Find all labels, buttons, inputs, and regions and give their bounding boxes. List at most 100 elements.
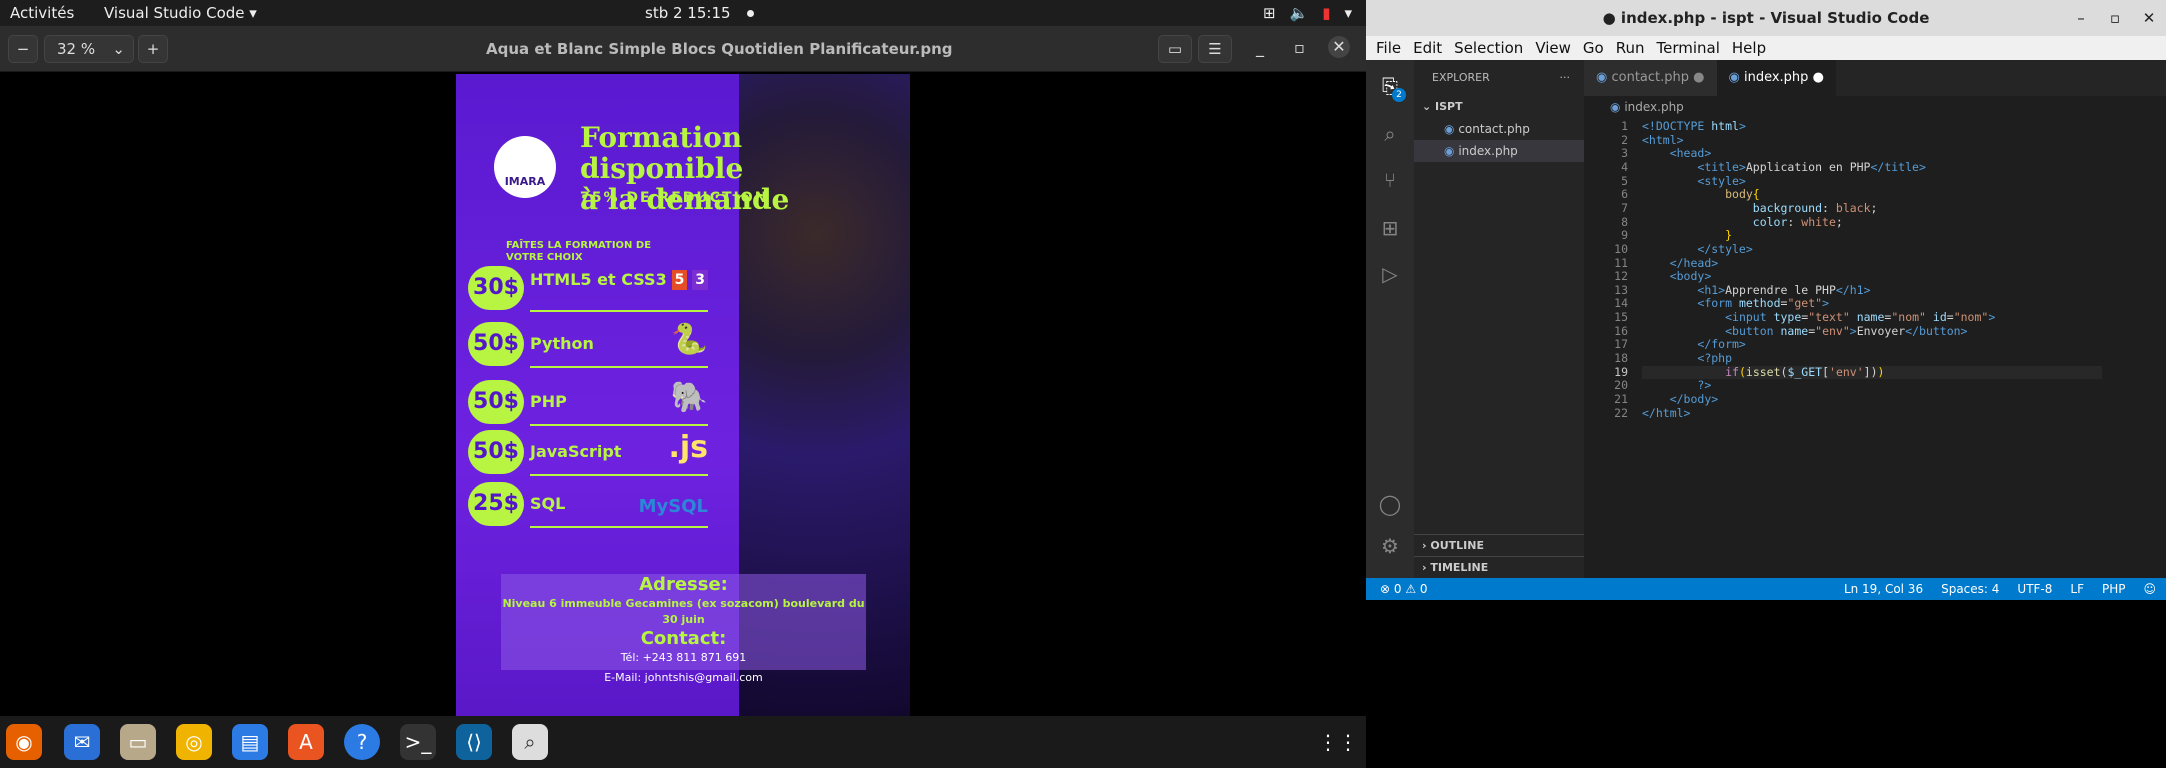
zoom-out-button[interactable]: − (8, 35, 38, 63)
thunderbird-icon[interactable]: ✉ (64, 724, 100, 760)
system-menu-chevron-icon[interactable]: ▾ (1344, 0, 1352, 26)
code-line[interactable]: ?> (1642, 379, 1711, 393)
badge: 2 (1392, 88, 1406, 102)
restore-button[interactable]: ▫ (2098, 0, 2132, 36)
show-applications-icon[interactable]: ⋮⋮⋮ (1318, 724, 1378, 760)
source-control-icon[interactable]: ⑂ (1378, 168, 1402, 192)
network-icon[interactable]: ⊞ (1263, 0, 1276, 26)
file-index-php[interactable]: ◉ index.php (1414, 140, 1584, 162)
code-line[interactable]: <title>Application en PHP</title> (1642, 160, 1925, 175)
zoom-level-select[interactable]: 32 % ⌄ (44, 35, 134, 63)
firefox-icon[interactable]: ◉ (6, 724, 42, 760)
activities-button[interactable]: Activités (10, 0, 74, 26)
code-line[interactable]: <h1>Apprendre le PHP</h1> (1642, 283, 1870, 298)
code-line[interactable]: </html> (1642, 406, 1690, 421)
system-tray[interactable]: ⊞ 🔈 ▮ ▾ (1263, 0, 1352, 26)
status-bar: ⊗ 0 ⚠ 0 Ln 19, Col 36 Spaces: 4 UTF-8 LF… (1366, 578, 2166, 600)
desktop-background (1366, 716, 2166, 768)
menu-selection[interactable]: Selection (1448, 36, 1529, 60)
writer-icon[interactable]: ▤ (232, 724, 268, 760)
line-number: 6 (1621, 187, 1628, 202)
tab-index-php[interactable]: ◉ index.php ● (1716, 60, 1836, 96)
line-number: 15 (1614, 310, 1628, 325)
encoding[interactable]: UTF-8 (2017, 578, 2052, 600)
indentation[interactable]: Spaces: 4 (1941, 578, 1999, 600)
minimize-button[interactable]: – (2064, 0, 2098, 36)
clock[interactable]: stb 2 15:15 (645, 0, 754, 26)
code-line[interactable]: </style> (1642, 242, 1752, 257)
editor-tabs: ◉ contact.php ● ◉ index.php ● (1584, 60, 2166, 96)
explorer-icon[interactable]: ⎘ 2 (1378, 74, 1406, 102)
code-line[interactable]: } (1642, 228, 1732, 243)
code-line[interactable]: </body> (1642, 392, 1718, 407)
code-line[interactable]: body{ (1642, 187, 1760, 202)
app-menu[interactable]: Visual Studio Code ▾ (104, 0, 257, 26)
close-button[interactable]: ✕ (2132, 0, 2166, 36)
account-icon[interactable]: ◯ (1378, 492, 1402, 516)
menu-run[interactable]: Run (1610, 36, 1651, 60)
code-line[interactable]: <body> (1642, 269, 1712, 284)
menu-button[interactable]: ☰ (1198, 35, 1232, 63)
code-line[interactable]: <html> (1642, 133, 1684, 148)
menu-go[interactable]: Go (1577, 36, 1610, 60)
menu-file[interactable]: File (1370, 36, 1407, 60)
files-icon[interactable]: ▭ (120, 724, 156, 760)
rhythmbox-icon[interactable]: ◎ (176, 724, 212, 760)
terminal-icon[interactable]: >_ (400, 724, 436, 760)
timeline-section[interactable]: › TIMELINE (1414, 556, 1584, 578)
close-button[interactable]: ✕ (1328, 36, 1350, 58)
minimize-button[interactable]: _ (1256, 38, 1264, 57)
line-number: 2 (1621, 132, 1628, 147)
line-number: 13 (1614, 282, 1628, 297)
code-line[interactable]: color: white; (1642, 215, 1843, 230)
image-viewer-icon[interactable]: ⌕ (512, 724, 548, 760)
code-line[interactable]: if(isset($_GET['env'])) (1642, 365, 2102, 380)
breadcrumb[interactable]: ◉ index.php (1584, 96, 2166, 118)
volume-icon[interactable]: 🔈 (1290, 0, 1309, 26)
settings-gear-icon[interactable]: ⚙ (1378, 534, 1402, 558)
code-line[interactable]: <form method="get"> (1642, 297, 1829, 311)
code-line[interactable]: <head> (1642, 146, 1712, 161)
zoom-in-button[interactable]: + (138, 35, 168, 63)
problems-indicator[interactable]: ⊗ 0 ⚠ 0 (1380, 578, 1428, 600)
line-number: 17 (1614, 337, 1628, 352)
run-debug-icon[interactable]: ▷ (1378, 262, 1402, 286)
outline-section[interactable]: › OUTLINE (1414, 534, 1584, 556)
menu-help[interactable]: Help (1726, 36, 1772, 60)
menu-terminal[interactable]: Terminal (1651, 36, 1726, 60)
course-item: 30$ HTML5 et CSS3 5 3 (468, 266, 708, 316)
tab-contact-php[interactable]: ◉ contact.php ● (1584, 60, 1717, 96)
language-mode[interactable]: PHP (2102, 578, 2126, 600)
code-line[interactable]: </form> (1642, 338, 1745, 352)
maximize-button[interactable]: ▫ (1294, 38, 1305, 57)
line-number: 21 (1614, 392, 1628, 406)
code-line[interactable]: </head> (1642, 256, 1718, 271)
help-icon[interactable]: ? (344, 724, 380, 760)
search-icon[interactable]: ⌕ (1378, 122, 1402, 146)
code-line[interactable]: <?php (1642, 351, 1732, 366)
code-line[interactable]: <button name="env">Envoyer</button> (1642, 324, 1967, 339)
vscode-icon[interactable]: ⟨⟩ (456, 724, 492, 760)
menu-bar: File Edit Selection View Go Run Terminal… (1366, 36, 2166, 60)
fullscreen-button[interactable]: ▭ (1158, 35, 1192, 63)
software-center-icon[interactable]: A (288, 724, 324, 760)
minimap[interactable] (2098, 120, 2142, 180)
code-line[interactable]: background: black; (1642, 201, 1878, 216)
extensions-icon[interactable]: ⊞ (1378, 216, 1402, 240)
code-line[interactable]: <input type="text" name="nom" id="nom"> (1642, 310, 1995, 325)
code-line[interactable]: <style> (1642, 174, 1745, 189)
file-contact-php[interactable]: ◉ contact.php (1414, 118, 1584, 140)
cursor-position[interactable]: Ln 19, Col 36 (1844, 578, 1923, 600)
more-actions-icon[interactable]: ··· (1560, 60, 1571, 96)
eol[interactable]: LF (2070, 578, 2084, 600)
line-number: 7 (1621, 200, 1628, 215)
menu-edit[interactable]: Edit (1407, 36, 1448, 60)
folder-ispt[interactable]: ⌄ ISPT (1414, 96, 1584, 118)
menu-view[interactable]: View (1529, 36, 1577, 60)
php-elephant-icon: 🐘 (670, 380, 708, 415)
activity-bar: ⎘ 2 ⌕ ⑂ ⊞ ▷ ◯ ⚙ (1366, 60, 1414, 578)
code-line[interactable]: <!DOCTYPE html> (1642, 119, 1746, 134)
line-number: 16 (1614, 323, 1628, 338)
feedback-icon[interactable]: ☺ (2143, 578, 2156, 600)
battery-icon[interactable]: ▮ (1322, 0, 1330, 26)
